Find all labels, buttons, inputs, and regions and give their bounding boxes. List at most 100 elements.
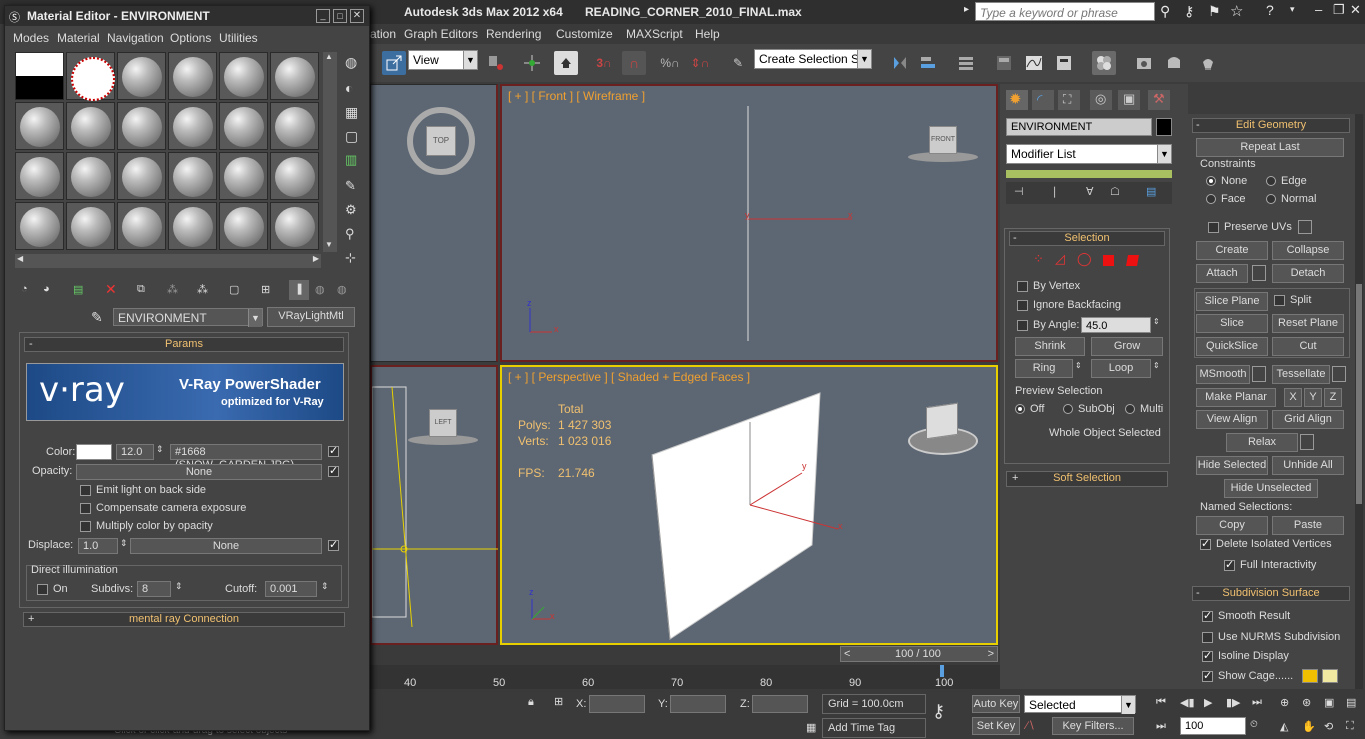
element-icon[interactable] — [1126, 255, 1139, 266]
shrink-button[interactable]: Shrink — [1015, 337, 1085, 356]
isoline-checkbox[interactable] — [1202, 649, 1213, 662]
modify-tab-icon[interactable]: ◜ — [1032, 90, 1054, 110]
preserve-uvs-settings-icon[interactable] — [1298, 220, 1312, 234]
attach-list-icon[interactable] — [1252, 265, 1266, 281]
current-frame-field[interactable]: 100 — [1180, 717, 1246, 735]
menu-material[interactable]: Material — [57, 31, 100, 45]
schematic-view-icon[interactable] — [1052, 51, 1076, 75]
sample-slot[interactable] — [219, 152, 268, 200]
sample-slot[interactable] — [66, 152, 115, 200]
close-icon[interactable]: ✕ — [1350, 2, 1361, 18]
sample-slot[interactable] — [117, 102, 166, 150]
next-key-icon[interactable]: ▮▶ — [1226, 696, 1241, 709]
angle-snap-icon[interactable]: ∩ — [622, 51, 646, 75]
sample-slot[interactable] — [270, 102, 319, 150]
star-icon[interactable]: ☆ — [1230, 2, 1243, 20]
spinner-icon[interactable]: ⇕ — [321, 581, 329, 592]
create-button[interactable]: Create — [1196, 241, 1268, 260]
sample-slot[interactable] — [66, 102, 115, 150]
direct-on-checkbox[interactable] — [37, 584, 48, 595]
menu-rendering[interactable]: Rendering — [486, 27, 541, 41]
color-map-button[interactable]: #1668 (SNOW_GARDEN.JPG) — [170, 444, 322, 471]
material-id-icon[interactable]: ▢ — [229, 283, 239, 296]
viewport-front[interactable]: [ + ] [ Front ] [ Wireframe ] y x x z FR… — [500, 84, 998, 362]
menu-maxscript[interactable]: MAXScript — [626, 27, 683, 41]
lock-icon[interactable]: 🔒︎ — [528, 696, 534, 709]
put-to-library-icon[interactable]: ⁂ — [197, 283, 208, 296]
cutoff-field[interactable]: 0.001 — [265, 581, 317, 597]
absolute-mode-icon[interactable]: ⊞ — [554, 695, 563, 708]
chevron-down-icon[interactable]: ▼ — [325, 240, 333, 249]
menu-utilities[interactable]: Utilities — [219, 31, 258, 45]
displace-map-checkbox[interactable] — [328, 538, 339, 551]
viewport-left[interactable]: LEFT — [370, 365, 498, 645]
layer-manager-icon[interactable] — [954, 51, 978, 75]
uv-tiling-icon[interactable]: ▢ — [345, 128, 358, 145]
menu-navigation[interactable]: Navigation — [107, 31, 164, 45]
by-angle-checkbox[interactable] — [1017, 320, 1028, 331]
binoculars-icon[interactable]: ⚲ — [1160, 3, 1170, 20]
mirror-icon[interactable] — [888, 51, 912, 75]
show-map-icon[interactable]: ⊞ — [261, 283, 270, 296]
zoom-all-icon[interactable]: ⊛ — [1302, 696, 1311, 709]
pin-stack-icon[interactable]: ⊣ — [1014, 185, 1024, 198]
spinner-icon[interactable]: ⇕ — [1153, 317, 1160, 326]
by-vertex-checkbox[interactable] — [1017, 281, 1028, 292]
utilities-tab-icon[interactable]: ⚒ — [1148, 90, 1170, 110]
key-mode-icon[interactable]: ⏭︎ — [1156, 720, 1166, 733]
color-swatch[interactable] — [76, 444, 112, 460]
material-type-button[interactable]: VRayLightMtl — [267, 307, 355, 327]
sample-slot[interactable] — [15, 152, 64, 200]
viewport-top[interactable]: TOP — [370, 84, 498, 362]
curve-editor-icon[interactable] — [1022, 51, 1046, 75]
z-coordinate-field[interactable] — [752, 695, 808, 713]
modifier-stack[interactable] — [1006, 170, 1172, 178]
panel-scrollbar[interactable] — [1355, 114, 1363, 689]
prev-frame-icon[interactable]: < — [844, 648, 850, 660]
render-production-icon[interactable] — [1196, 51, 1220, 75]
sample-type-icon[interactable]: ◍ — [345, 54, 357, 71]
spinner-icon[interactable]: ⇕ — [1153, 361, 1160, 370]
pivot-icon[interactable] — [484, 51, 508, 75]
time-tag-icon[interactable]: ▦ — [806, 721, 816, 734]
key-tangent-icon[interactable]: ∕∖ — [1026, 719, 1035, 732]
sample-slot[interactable] — [15, 52, 64, 100]
set-key-button[interactable]: Set Key — [972, 717, 1020, 735]
border-icon[interactable]: ◯ — [1077, 251, 1092, 267]
y-coordinate-field[interactable] — [670, 695, 726, 713]
hierarchy-tab-icon[interactable]: ⛶ — [1058, 90, 1080, 110]
pick-material-icon[interactable]: ✎ — [91, 309, 103, 326]
scale-icon[interactable] — [382, 51, 406, 75]
smooth-result-checkbox[interactable] — [1202, 609, 1213, 622]
viewport-perspective[interactable]: [ + ] [ Perspective ] [ Shaded + Edged F… — [500, 365, 998, 645]
sample-slot[interactable] — [270, 202, 319, 250]
menu-animation[interactable]: ation — [370, 27, 396, 41]
grid-align-button[interactable]: Grid Align — [1272, 410, 1344, 429]
subdivision-surface-header[interactable]: - Subdivision Surface — [1192, 586, 1350, 601]
key-filters-button[interactable]: Key Filters... — [1052, 717, 1134, 735]
key-icon[interactable]: ⚷ — [1184, 3, 1194, 20]
viewcube-perspective[interactable] — [926, 402, 958, 440]
restore-icon[interactable]: ❐ — [1333, 2, 1345, 18]
search-input[interactable]: Type a keyword or phrase — [975, 2, 1155, 21]
sample-slots[interactable] — [15, 52, 321, 252]
slots-vertical-scrollbar[interactable]: ▲ ▼ — [323, 52, 337, 252]
show-cage-checkbox[interactable] — [1202, 669, 1213, 682]
display-tab-icon[interactable]: ▣ — [1118, 90, 1140, 110]
video-color-check-icon[interactable]: ▥ — [345, 152, 357, 168]
zoom-extents-all-icon[interactable]: ▤ — [1346, 696, 1356, 709]
loop-button[interactable]: Loop — [1091, 359, 1151, 378]
keyboard-shortcut-icon[interactable] — [554, 51, 578, 75]
tessellate-settings-icon[interactable] — [1332, 366, 1346, 382]
maximize-icon[interactable]: □ — [333, 9, 347, 23]
go-to-end-icon[interactable]: ⏭ — [1252, 696, 1262, 709]
make-unique-icon[interactable]: ∀ — [1086, 185, 1094, 198]
sample-slot[interactable] — [219, 102, 268, 150]
add-time-tag-button[interactable]: Add Time Tag — [822, 718, 926, 738]
sample-slot[interactable] — [117, 202, 166, 250]
angle-spinner[interactable]: 45.0 — [1081, 317, 1151, 333]
cage-color-swatch[interactable] — [1302, 669, 1318, 683]
show-end-result-icon[interactable]: ❘ — [1050, 185, 1059, 198]
hide-unselected-button[interactable]: Hide Unselected — [1224, 479, 1318, 498]
planar-y-button[interactable]: Y — [1304, 388, 1322, 407]
